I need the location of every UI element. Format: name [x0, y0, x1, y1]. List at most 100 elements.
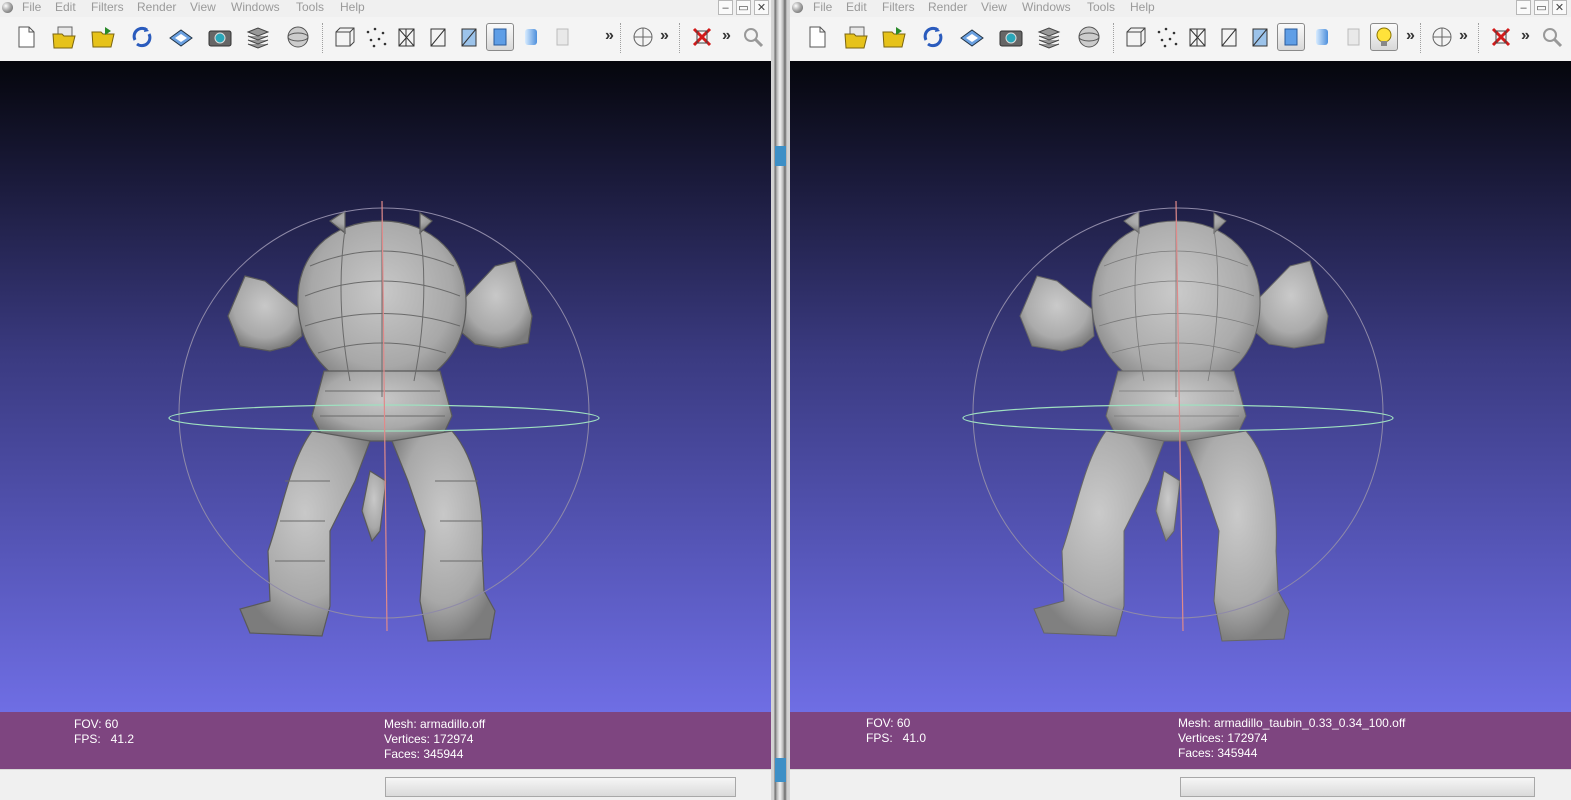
restore-button[interactable]: ▭: [736, 0, 751, 15]
toolbar-overflow-icon[interactable]: »: [1459, 27, 1468, 45]
flat-shading-icon[interactable]: [1277, 23, 1305, 51]
menu-help[interactable]: Help: [340, 0, 365, 15]
open-mesh-icon[interactable]: [880, 23, 908, 51]
menu-render[interactable]: Render: [137, 0, 176, 15]
reload-icon[interactable]: [919, 23, 947, 51]
toolbar: » » »: [0, 17, 771, 62]
menu-bar: File Edit Filters Render View Windows To…: [790, 0, 1571, 16]
new-document-icon[interactable]: [803, 23, 831, 51]
smooth-shading-icon[interactable]: [1308, 23, 1336, 51]
faces-label: Faces: 345944: [1178, 746, 1258, 760]
wireframe-icon[interactable]: [393, 23, 421, 51]
mesh-label: Mesh: armadillo.off: [384, 717, 486, 731]
menu-view[interactable]: View: [190, 0, 216, 15]
flat-lines-icon[interactable]: [1246, 23, 1274, 51]
info-panel: FOV: 60 FPS: 41.0 Mesh: armadillo_taubin…: [790, 712, 1571, 769]
app-icon: [2, 2, 13, 13]
texture-icon[interactable]: [548, 23, 576, 51]
wireframe-icon[interactable]: [1184, 23, 1212, 51]
sphere-render-icon[interactable]: [284, 23, 312, 51]
delete-icon[interactable]: [1487, 23, 1515, 51]
info-panel: FOV: 60 FPS: 41.2 Mesh: armadillo.off Ve…: [0, 712, 771, 769]
trackball-icon[interactable]: [1428, 23, 1456, 51]
menu-view[interactable]: View: [981, 0, 1007, 15]
search-icon[interactable]: [739, 23, 767, 51]
faces-label: Faces: 345944: [384, 747, 464, 761]
menu-tools[interactable]: Tools: [1087, 0, 1115, 15]
fps-label: FPS: 41.0: [866, 731, 927, 745]
menu-filters[interactable]: Filters: [91, 0, 124, 15]
armadillo-scene: [962, 200, 1394, 642]
app-icon: [792, 2, 803, 13]
snapshot-icon[interactable]: [997, 23, 1025, 51]
vertices-label: Vertices: 172974: [1178, 731, 1268, 745]
fov-label: FOV: 60: [866, 716, 911, 730]
divider-marker: [775, 758, 786, 782]
menu-render[interactable]: Render: [928, 0, 967, 15]
menu-filters[interactable]: Filters: [882, 0, 915, 15]
armadillo-mesh: [227, 209, 533, 642]
fps-label: FPS: 41.2: [74, 732, 135, 746]
flat-lines-icon[interactable]: [455, 23, 483, 51]
toolbar: » » »: [790, 17, 1571, 62]
vertices-label: Vertices: 172974: [384, 732, 474, 746]
trackball-icon[interactable]: [629, 23, 657, 51]
close-button[interactable]: ✕: [1552, 0, 1567, 15]
menu-windows[interactable]: Windows: [231, 0, 280, 15]
mesh-label: Mesh: armadillo_taubin_0.33_0.34_100.off: [1178, 716, 1406, 730]
open-project-icon[interactable]: [50, 23, 78, 51]
snapshot-icon[interactable]: [206, 23, 234, 51]
menu-windows[interactable]: Windows: [1022, 0, 1071, 15]
sphere-render-icon[interactable]: [1075, 23, 1103, 51]
bounding-box-icon[interactable]: [331, 23, 359, 51]
menu-tools[interactable]: Tools: [296, 0, 324, 15]
menu-file[interactable]: File: [813, 0, 832, 15]
menu-edit[interactable]: Edit: [55, 0, 76, 15]
new-document-icon[interactable]: [12, 23, 40, 51]
light-bulb-icon[interactable]: [1370, 23, 1398, 51]
reload-icon[interactable]: [128, 23, 156, 51]
window-divider[interactable]: [771, 0, 790, 800]
hidden-lines-icon[interactable]: [424, 23, 452, 51]
status-bar: [0, 769, 771, 800]
save-icon[interactable]: [167, 23, 195, 51]
menu-bar: File Edit Filters Render View Windows To…: [0, 0, 771, 16]
minimize-button[interactable]: –: [1516, 0, 1531, 15]
menu-help[interactable]: Help: [1130, 0, 1155, 15]
hidden-lines-icon[interactable]: [1215, 23, 1243, 51]
open-project-icon[interactable]: [842, 23, 870, 51]
status-bar: [790, 769, 1571, 800]
menu-edit[interactable]: Edit: [846, 0, 867, 15]
menu-file[interactable]: File: [22, 0, 41, 15]
smooth-shading-icon[interactable]: [517, 23, 545, 51]
points-icon[interactable]: [1153, 23, 1181, 51]
progress-bar: [1180, 777, 1535, 797]
armadillo-scene: [168, 200, 600, 642]
layers-icon[interactable]: [1035, 23, 1063, 51]
progress-bar: [385, 777, 736, 797]
texture-icon[interactable]: [1339, 23, 1367, 51]
fov-label: FOV: 60: [74, 717, 119, 731]
toolbar-overflow-icon[interactable]: »: [660, 27, 669, 45]
3d-viewport[interactable]: [790, 61, 1571, 712]
open-mesh-icon[interactable]: [89, 23, 117, 51]
flat-shading-icon[interactable]: [486, 23, 514, 51]
bounding-box-icon[interactable]: [1122, 23, 1150, 51]
save-icon[interactable]: [958, 23, 986, 51]
armadillo-mesh: [1019, 210, 1329, 642]
3d-viewport[interactable]: [0, 61, 771, 712]
meshlab-window-left: File Edit Filters Render View Windows To…: [0, 0, 771, 800]
points-icon[interactable]: [362, 23, 390, 51]
restore-button[interactable]: ▭: [1534, 0, 1549, 15]
divider-marker: [775, 146, 786, 166]
toolbar-overflow-icon[interactable]: »: [605, 27, 614, 45]
minimize-button[interactable]: –: [718, 0, 733, 15]
toolbar-overflow-icon[interactable]: »: [722, 27, 731, 45]
layers-icon[interactable]: [244, 23, 272, 51]
close-button[interactable]: ✕: [754, 0, 769, 15]
search-icon[interactable]: [1538, 23, 1566, 51]
delete-icon[interactable]: [688, 23, 716, 51]
toolbar-overflow-icon[interactable]: »: [1521, 27, 1530, 45]
toolbar-overflow-icon[interactable]: »: [1406, 27, 1415, 45]
meshlab-window-right: File Edit Filters Render View Windows To…: [790, 0, 1571, 800]
